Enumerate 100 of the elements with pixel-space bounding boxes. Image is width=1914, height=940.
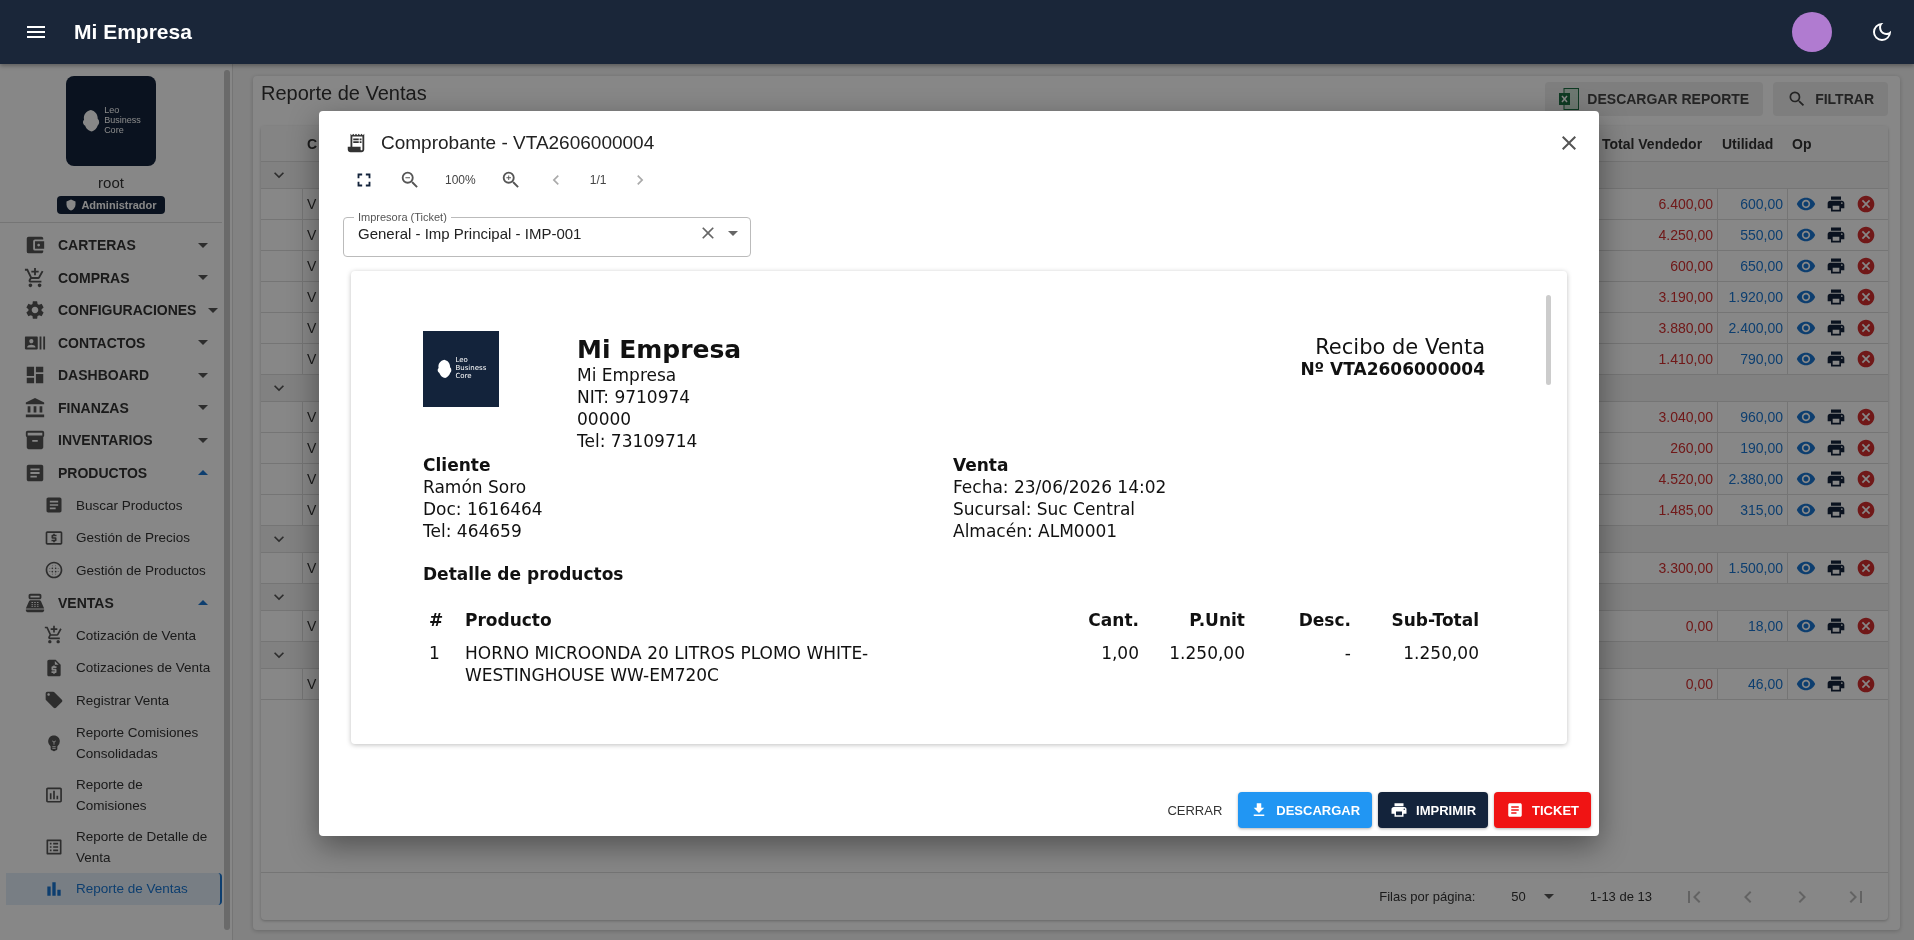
print-icon[interactable] bbox=[1826, 194, 1846, 214]
caret-icon bbox=[198, 470, 208, 476]
caret-icon bbox=[198, 340, 208, 346]
table-cell: 550,00 bbox=[1718, 220, 1788, 251]
cancel-icon[interactable] bbox=[1856, 194, 1876, 214]
column-header: Op bbox=[1788, 126, 1888, 162]
print-icon[interactable] bbox=[1826, 318, 1846, 338]
cancel-icon[interactable] bbox=[1856, 558, 1876, 578]
print-icon[interactable] bbox=[1826, 558, 1846, 578]
submenu-icon bbox=[44, 690, 64, 711]
table-cell-text: 1 bbox=[428, 642, 441, 665]
cancel-icon[interactable] bbox=[1856, 256, 1876, 276]
print-button[interactable]: IMPRIMIR bbox=[1378, 792, 1489, 828]
table-cell-text: - bbox=[1343, 642, 1352, 665]
info-line: Sucursal: Suc Central bbox=[953, 498, 1137, 520]
submenu-item[interactable]: Cotizaciones de Venta bbox=[6, 651, 222, 684]
app-title: Mi Empresa bbox=[74, 20, 193, 44]
column-header: Producto bbox=[464, 610, 553, 630]
printer-select[interactable]: Impresora (Ticket) General - Imp Principal - IMP-001 bbox=[343, 211, 751, 257]
zoom-level: 100% bbox=[445, 173, 476, 187]
ticket-button[interactable]: TICKET bbox=[1494, 792, 1591, 828]
cancel-icon[interactable] bbox=[1856, 469, 1876, 489]
caret-icon bbox=[198, 405, 208, 411]
submenu-item[interactable]: Cotización de Venta bbox=[6, 619, 222, 652]
cancel-icon[interactable] bbox=[1856, 438, 1876, 458]
menu-item[interactable]: DASHBOARD bbox=[0, 359, 222, 392]
moon-icon[interactable] bbox=[1870, 20, 1894, 44]
info-line: Tel: 464659 bbox=[423, 520, 523, 542]
menu-item[interactable]: FINANZAS bbox=[0, 391, 222, 424]
print-icon[interactable] bbox=[1826, 287, 1846, 307]
zoom-out-icon[interactable] bbox=[399, 169, 421, 191]
info-line: Ramón Soro bbox=[423, 476, 528, 498]
company-info: NIT: 9710974 bbox=[577, 386, 692, 408]
print-icon[interactable] bbox=[1826, 407, 1846, 427]
table-cell: 960,00 bbox=[1718, 402, 1788, 433]
submenu-item[interactable]: Registrar Venta bbox=[6, 684, 222, 717]
shield-icon bbox=[65, 199, 78, 211]
cancel-icon[interactable] bbox=[1856, 225, 1876, 245]
menu-item[interactable]: CONTACTOS bbox=[0, 326, 222, 359]
scrollbar[interactable] bbox=[1546, 295, 1551, 385]
download-button[interactable]: DESCARGAR bbox=[1238, 792, 1373, 828]
cancel-icon[interactable] bbox=[1856, 500, 1876, 520]
cancel-icon[interactable] bbox=[1856, 407, 1876, 427]
logo-text: Leo Business Core bbox=[104, 106, 141, 136]
close-button[interactable]: CERRAR bbox=[1157, 792, 1233, 828]
section-heading: Venta bbox=[953, 454, 1010, 476]
submenu-item[interactable]: Reporte de Ventas bbox=[6, 872, 222, 905]
download-report-button[interactable]: DESCARGAR REPORTE bbox=[1545, 82, 1764, 116]
menu-item[interactable]: INVENTARIOS bbox=[0, 424, 222, 457]
user-avatar[interactable] bbox=[1792, 12, 1832, 52]
submenu-item[interactable]: Reporte Comisiones Consolidadas bbox=[6, 716, 222, 769]
menu-item-icon bbox=[24, 266, 46, 289]
table-cell-text: 1,00 bbox=[1100, 642, 1140, 665]
menu-item[interactable]: CARTERAS bbox=[0, 229, 222, 262]
print-icon[interactable] bbox=[1826, 225, 1846, 245]
table-cell: 2.380,00 bbox=[1718, 464, 1788, 495]
table-cell-text: 1.250,00 bbox=[1402, 642, 1480, 665]
print-icon bbox=[1390, 801, 1409, 819]
cancel-icon[interactable] bbox=[1856, 349, 1876, 369]
print-icon[interactable] bbox=[1826, 349, 1846, 369]
cancel-icon[interactable] bbox=[1856, 616, 1876, 636]
submenu-icon bbox=[44, 560, 64, 581]
info-line: Almacén: ALM0001 bbox=[953, 520, 1119, 542]
caret-icon bbox=[198, 372, 208, 378]
scrollbar[interactable] bbox=[224, 70, 230, 930]
cancel-icon[interactable] bbox=[1856, 318, 1876, 338]
column-header: # bbox=[428, 610, 445, 630]
section-heading: Detalle de productos bbox=[423, 564, 625, 584]
table-cell-text: HORNO MICROONDA 20 LITROS PLOMO WHITE-WESTINGHOUSE WW-EM720C bbox=[464, 642, 870, 686]
submenu-item[interactable]: Buscar Productos bbox=[6, 489, 222, 522]
submenu-item[interactable]: Reporte de Detalle de Venta bbox=[6, 820, 222, 873]
dialog-title: Comprobante - VTA2606000004 bbox=[381, 132, 656, 154]
menu-item[interactable]: VENTAS bbox=[0, 586, 222, 619]
table-cell: 600,00 bbox=[1718, 189, 1788, 220]
print-icon[interactable] bbox=[1826, 674, 1846, 694]
submenu-icon bbox=[44, 657, 64, 678]
table-cell-text: 1.250,00 bbox=[1168, 642, 1246, 665]
print-icon[interactable] bbox=[1826, 256, 1846, 276]
menu-item-icon bbox=[24, 429, 46, 452]
rows-per-page-select[interactable]: 50 bbox=[1505, 888, 1560, 905]
column-header: Desc. bbox=[1297, 610, 1352, 630]
print-icon[interactable] bbox=[1826, 469, 1846, 489]
section-heading: Cliente bbox=[423, 454, 492, 476]
user-name: root bbox=[98, 174, 124, 191]
column-header: Total Vendedor bbox=[1598, 126, 1718, 162]
print-icon[interactable] bbox=[1826, 616, 1846, 636]
company-info: 00000 bbox=[577, 408, 633, 430]
print-icon[interactable] bbox=[1826, 500, 1846, 520]
submenu-item[interactable]: Gestión de Precios bbox=[6, 521, 222, 554]
caret-icon bbox=[728, 230, 738, 236]
menu-item[interactable]: PRODUCTOS bbox=[0, 456, 222, 489]
cancel-icon[interactable] bbox=[1856, 674, 1876, 694]
cancel-icon[interactable] bbox=[1856, 287, 1876, 307]
menu-item[interactable]: CONFIGURACIONES bbox=[0, 294, 222, 327]
submenu-item[interactable]: Reporte de Comisiones bbox=[6, 768, 222, 821]
menu-item[interactable]: COMPRAS bbox=[0, 261, 222, 294]
filter-button[interactable]: FILTRAR bbox=[1773, 82, 1888, 116]
company-info: Tel: 73109714 bbox=[577, 430, 699, 452]
print-icon[interactable] bbox=[1826, 438, 1846, 458]
submenu-item[interactable]: Gestión de Productos bbox=[6, 554, 222, 587]
